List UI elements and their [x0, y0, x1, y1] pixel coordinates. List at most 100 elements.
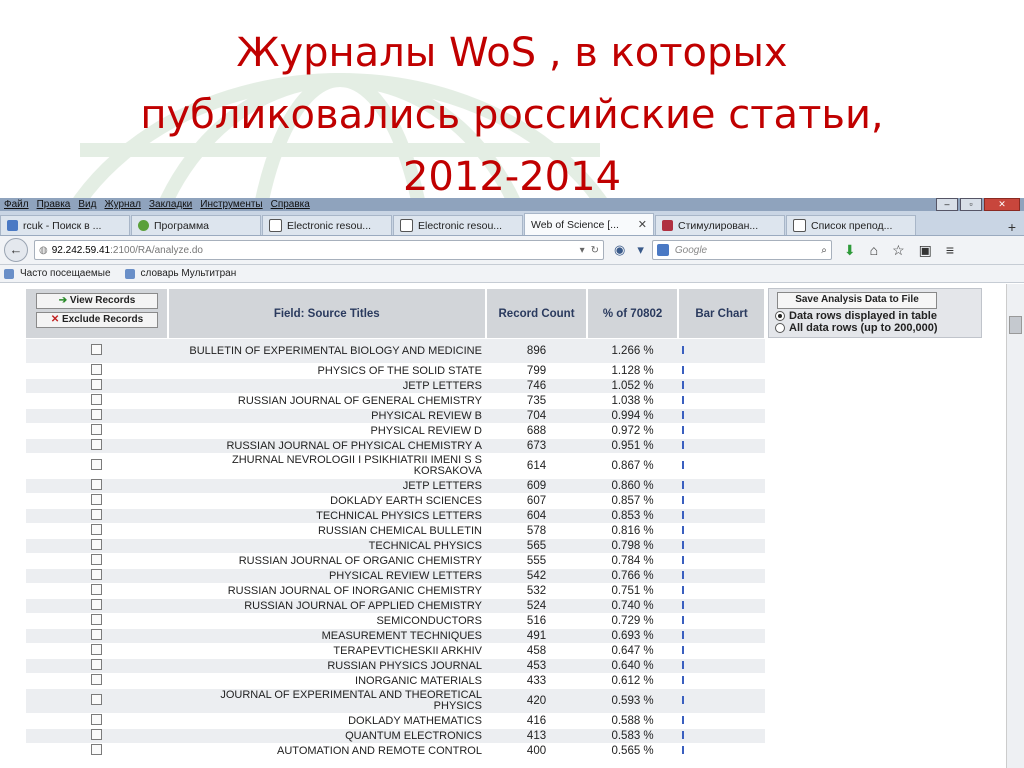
radio-displayed-rows[interactable]: Data rows displayed in table [775, 310, 937, 322]
save-analysis-button[interactable]: Save Analysis Data to File [777, 292, 937, 309]
bookmark-multitran[interactable]: словарь Мультитран [141, 268, 237, 279]
tab-web-of-science[interactable]: Web of Science [... ✕ [524, 213, 654, 235]
menu-edit[interactable]: Правка [37, 199, 71, 210]
record-count: 688 [485, 423, 588, 439]
menu-icon[interactable]: ≡ [946, 242, 954, 259]
source-title: INORGANIC MATERIALS [167, 673, 486, 689]
vertical-scrollbar[interactable] [1006, 284, 1024, 768]
row-checkbox[interactable] [91, 644, 103, 655]
dropdown-arrow-icon[interactable]: ▾ [580, 245, 585, 256]
row-checkbox[interactable] [91, 494, 103, 505]
menu-help[interactable]: Справка [271, 199, 310, 210]
row-checkbox[interactable] [91, 729, 103, 740]
tab-stimulirovanie[interactable]: Стимулирован... [655, 215, 785, 235]
window-controls: – ▫ ✕ [936, 198, 1020, 211]
row-checkbox[interactable] [91, 524, 103, 535]
row-checkbox[interactable] [91, 379, 103, 390]
download-icon[interactable]: ⬇ [844, 242, 856, 259]
bar-chart-cell [678, 523, 765, 539]
bar-chart-header: Bar Chart [678, 289, 766, 339]
radio-all-rows[interactable]: All data rows (up to 200,000) [775, 322, 938, 334]
row-checkbox[interactable] [91, 694, 103, 705]
record-count-header[interactable]: Record Count [485, 289, 589, 339]
bar-mark [682, 615, 685, 624]
briefcase-icon[interactable]: ▣ [919, 242, 932, 259]
tab-label: rcuk - Поиск в ... [23, 219, 102, 232]
row-checkbox[interactable] [91, 344, 103, 355]
new-tab-icon[interactable]: + [1000, 219, 1024, 235]
address-bar[interactable]: ◍ 92.242.59.41 :2100/RA/analyze.do ▾ ↻ [34, 240, 604, 260]
row-checkbox[interactable] [91, 569, 103, 580]
bookmark-frequent[interactable]: Часто посещаемые [20, 268, 111, 279]
close-window-icon[interactable]: ✕ [984, 198, 1020, 211]
exclude-records-button[interactable]: ✕ Exclude Records [36, 312, 158, 328]
row-checkbox[interactable] [91, 659, 103, 670]
dropdown-arrow-icon[interactable]: ▾ [637, 242, 644, 258]
sync-icon[interactable]: ◉ [614, 242, 625, 258]
bar-mark [682, 555, 685, 564]
percent-value: 0.784 % [587, 553, 679, 569]
row-checkbox-cell [26, 408, 168, 424]
exclude-records-label: Exclude Records [62, 314, 144, 325]
percent-value: 0.857 % [587, 493, 679, 509]
row-checkbox[interactable] [91, 629, 103, 640]
view-records-button[interactable]: ➔ View Records [36, 293, 158, 309]
row-checkbox[interactable] [91, 439, 103, 450]
close-tab-icon[interactable]: ✕ [638, 218, 647, 231]
tab-electronic-resources-1[interactable]: Electronic resou... [262, 215, 392, 235]
row-checkbox[interactable] [91, 714, 103, 725]
row-checkbox[interactable] [91, 409, 103, 420]
record-count: 578 [485, 523, 588, 539]
percent-value: 0.593 % [587, 688, 679, 714]
percent-value: 0.565 % [587, 743, 679, 758]
minimize-icon[interactable]: – [936, 198, 958, 211]
row-checkbox[interactable] [91, 509, 103, 520]
bar-mark [682, 495, 685, 504]
google-engine-icon [656, 244, 669, 256]
search-input[interactable]: Google ⌕ [651, 240, 832, 260]
record-count: 607 [485, 493, 588, 509]
row-checkbox[interactable] [91, 394, 103, 405]
menu-file[interactable]: Файл [4, 199, 29, 210]
record-count: 524 [485, 598, 588, 614]
bar-chart-cell [678, 568, 765, 584]
row-checkbox[interactable] [91, 744, 103, 755]
reload-icon[interactable]: ↻ [591, 245, 599, 256]
bar-mark [682, 695, 685, 704]
row-checkbox[interactable] [91, 614, 103, 625]
tab-spisok-prepod[interactable]: Список препод... [786, 215, 916, 235]
maximize-icon[interactable]: ▫ [960, 198, 982, 211]
row-checkbox-cell [26, 583, 168, 599]
field-header[interactable]: Field: Source Titles [167, 289, 487, 339]
tab-programma[interactable]: Программа [131, 215, 261, 235]
percent-value: 0.740 % [587, 598, 679, 614]
radio-unselected-icon[interactable] [775, 323, 785, 333]
percent-header[interactable]: % of 70802 [587, 289, 680, 339]
source-title: JOURNAL OF EXPERIMENTAL AND THEORETICAL … [167, 688, 486, 714]
star-icon[interactable]: ☆ [892, 242, 905, 259]
row-checkbox[interactable] [91, 599, 103, 610]
search-icon[interactable]: ⌕ [821, 245, 827, 256]
row-checkbox[interactable] [91, 479, 103, 490]
home-icon[interactable]: ⌂ [870, 242, 878, 259]
cross-icon: ✕ [50, 314, 60, 325]
radio-selected-icon[interactable] [775, 311, 785, 321]
bar-chart-cell [678, 688, 765, 714]
row-checkbox[interactable] [91, 674, 103, 685]
menu-tools[interactable]: Инструменты [200, 199, 262, 210]
back-arrow-icon[interactable]: ← [4, 238, 28, 262]
source-title: TECHNICAL PHYSICS [167, 538, 486, 554]
tab-rcuk-search[interactable]: rcuk - Поиск в ... [0, 215, 130, 235]
row-checkbox[interactable] [91, 424, 103, 435]
tab-electronic-resources-2[interactable]: Electronic resou... [393, 215, 523, 235]
row-checkbox[interactable] [91, 364, 103, 375]
bar-chart-cell [678, 508, 765, 524]
row-checkbox[interactable] [91, 539, 103, 550]
row-checkbox[interactable] [91, 554, 103, 565]
menu-view[interactable]: Вид [78, 199, 96, 210]
menu-bookmarks[interactable]: Закладки [149, 199, 192, 210]
row-checkbox[interactable] [91, 459, 103, 470]
row-checkbox[interactable] [91, 584, 103, 595]
scrollbar-thumb[interactable] [1009, 316, 1022, 334]
menu-history[interactable]: Журнал [104, 199, 141, 210]
